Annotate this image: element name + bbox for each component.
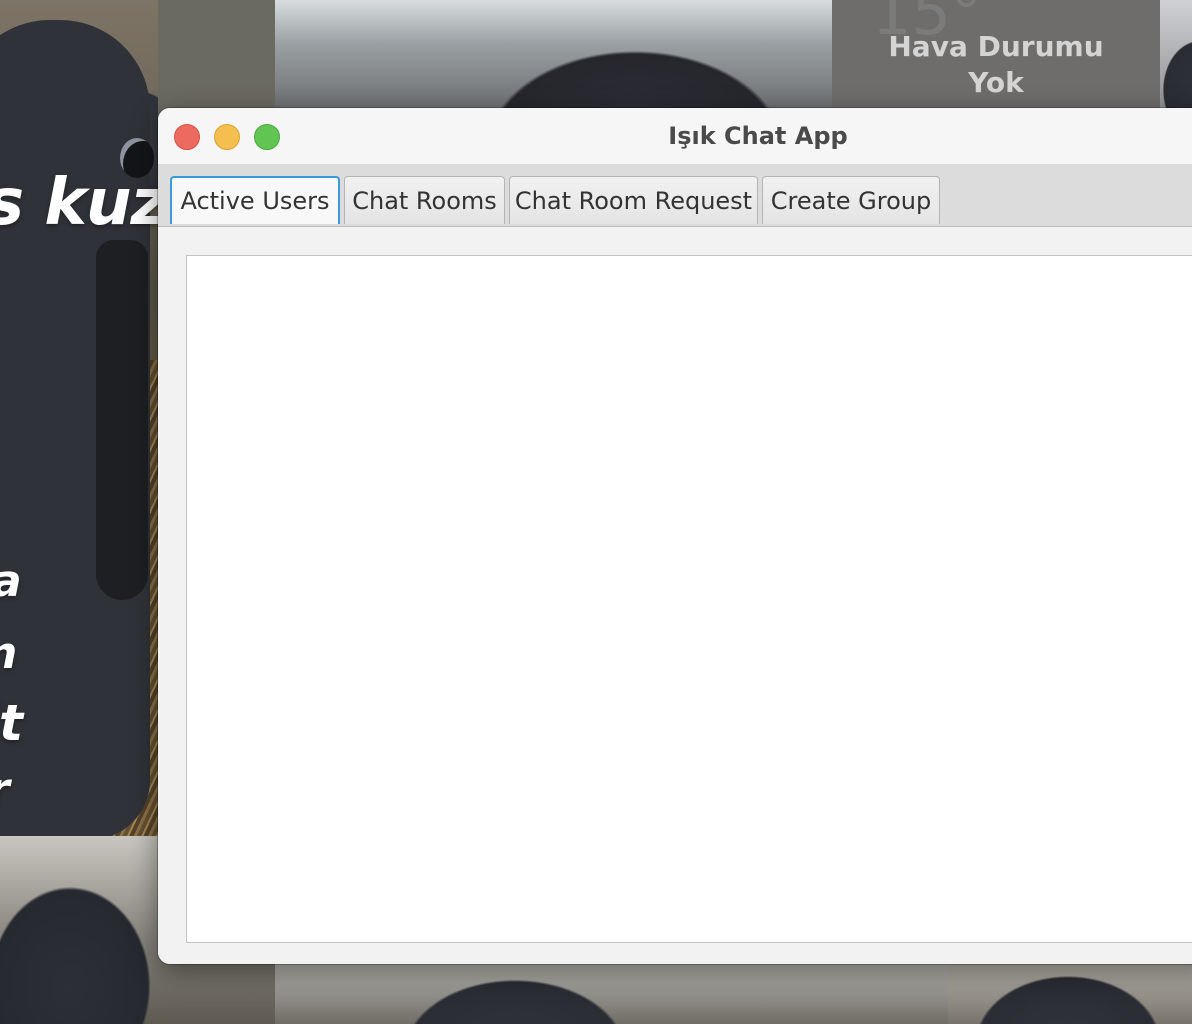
wallpaper-photo-top-right bbox=[1160, 0, 1192, 108]
wallpaper-photo-bottom bbox=[275, 964, 948, 1024]
tab-bar: Active Users Chat Rooms Chat Room Reques… bbox=[158, 164, 1192, 227]
wallpaper-caption-line: n bbox=[0, 628, 17, 679]
tab-content-panel bbox=[158, 227, 1192, 964]
wallpaper-photo-lamb bbox=[0, 0, 158, 836]
wallpaper-caption-line: it bbox=[0, 694, 24, 752]
wallpaper-photo-bottom-right bbox=[948, 964, 1192, 1024]
wallpaper-caption-line: r bbox=[0, 764, 10, 815]
active-users-list[interactable] bbox=[186, 255, 1192, 943]
tab-chat-room-request[interactable]: Chat Room Request bbox=[509, 176, 758, 224]
window-title: Işık Chat App bbox=[668, 122, 848, 150]
weather-status-line1: Hava Durumu bbox=[888, 30, 1104, 63]
chat-app-window: Işık Chat App Active Users Chat Rooms Ch… bbox=[158, 108, 1192, 964]
window-titlebar[interactable]: Işık Chat App bbox=[158, 108, 1192, 165]
weather-widget[interactable]: 15° Hava Durumu Yok bbox=[832, 0, 1160, 108]
tab-active-users[interactable]: Active Users bbox=[170, 176, 340, 224]
tab-create-group[interactable]: Create Group bbox=[762, 176, 940, 224]
wallpaper-photo-top bbox=[275, 0, 832, 108]
wallpaper-caption-title: s kuz bbox=[0, 166, 168, 240]
tab-chat-rooms[interactable]: Chat Rooms bbox=[344, 176, 505, 224]
wallpaper-caption-line: a bbox=[0, 556, 22, 607]
weather-status-line2: Yok bbox=[968, 66, 1024, 99]
